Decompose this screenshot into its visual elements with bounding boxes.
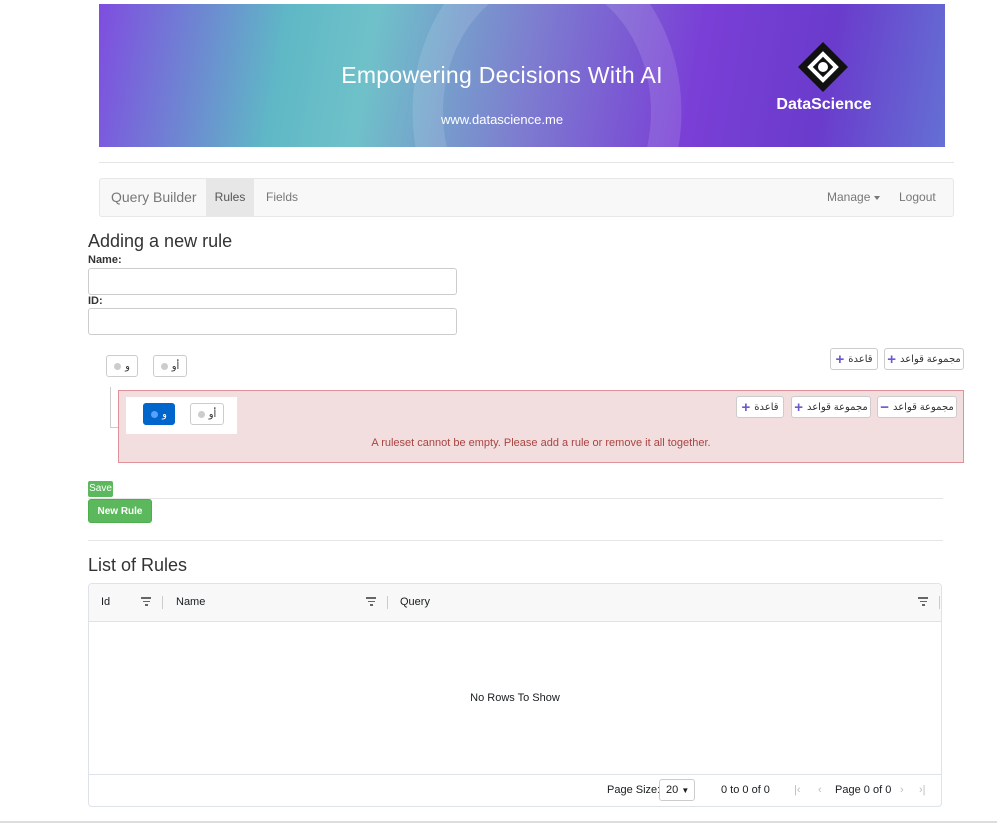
- nav-item-rules[interactable]: Rules: [206, 179, 254, 216]
- add-rule-button-nested[interactable]: + قاعدة: [736, 396, 784, 418]
- navbar: Query Builder Rules Fields Manage Logout: [99, 178, 954, 217]
- page-size-value: 20: [666, 784, 679, 796]
- divider: [88, 540, 943, 541]
- and-label: و: [125, 360, 130, 372]
- page-of-word: of: [872, 784, 883, 796]
- or-label: أو: [208, 408, 217, 420]
- column-resize-handle[interactable]: [162, 596, 163, 609]
- logout-link[interactable]: Logout: [899, 179, 936, 216]
- column-header-query[interactable]: Query: [400, 584, 430, 621]
- nav-item-fields[interactable]: Fields: [266, 179, 298, 216]
- page-current: 0: [863, 784, 870, 796]
- or-label: أو: [171, 360, 180, 372]
- error-message: A ruleset cannot be empty. Please add a …: [371, 437, 711, 449]
- page-size-label: Page Size:: [607, 784, 661, 796]
- plus-icon: +: [741, 398, 751, 416]
- page-word: Page: [835, 784, 861, 796]
- banner-brand: DataScience: [776, 96, 872, 113]
- list-title: List of Rules: [88, 555, 188, 575]
- caret-down-icon: [874, 195, 881, 200]
- page-title: Adding a new rule: [88, 231, 233, 251]
- last-page-icon[interactable]: ›|: [919, 784, 926, 796]
- add-rule-label: قاعدة: [754, 401, 779, 413]
- add-group-button-nested[interactable]: + مجموعة قواعد: [791, 396, 871, 418]
- divider: [99, 162, 954, 163]
- banner-headline: Empowering Decisions With AI: [341, 62, 663, 88]
- page-indicator: Page 0 of 0: [835, 784, 891, 796]
- next-page-icon[interactable]: ›: [900, 784, 904, 796]
- add-group-label: مجموعة قواعد: [806, 401, 868, 413]
- id-input[interactable]: [88, 308, 457, 335]
- column-header-id[interactable]: Id: [101, 584, 110, 621]
- name-label: Name:: [88, 254, 122, 266]
- banner: Empowering Decisions With AI www.datasci…: [99, 4, 945, 147]
- rules-grid: Id Name Query No Rows To Show Page Size:…: [88, 583, 942, 807]
- first-page-icon[interactable]: |‹: [794, 784, 801, 796]
- radio-icon: [160, 362, 168, 370]
- add-rule-button[interactable]: + قاعدة: [830, 348, 878, 370]
- add-rule-label: قاعدة: [848, 353, 873, 365]
- and-toggle-nested[interactable]: و: [143, 403, 175, 425]
- column-resize-handle[interactable]: [939, 596, 940, 609]
- plus-icon: +: [887, 350, 896, 368]
- page-size-select[interactable]: 20 ▼: [659, 779, 695, 801]
- and-label: و: [162, 408, 167, 420]
- plus-icon: +: [794, 398, 803, 416]
- grid-pagination: Page Size: 20 ▼ 0 to 0 of 0 |‹ ‹ Page 0 …: [89, 774, 941, 806]
- radio-icon: [114, 362, 122, 370]
- column-resize-handle[interactable]: [387, 596, 388, 609]
- column-header-name[interactable]: Name: [176, 584, 205, 621]
- add-group-button[interactable]: + مجموعة قواعد: [884, 348, 964, 370]
- minus-icon: −: [880, 398, 889, 416]
- name-input[interactable]: [88, 268, 457, 295]
- radio-icon: [197, 410, 205, 418]
- divider: [88, 498, 943, 499]
- delete-group-button[interactable]: − مجموعة قواعد: [877, 396, 957, 418]
- row-range: 0 to 0 of 0: [721, 784, 770, 796]
- plus-icon: +: [835, 350, 845, 368]
- caret-down-icon: ▼: [681, 786, 690, 795]
- datascience-logo-icon: [798, 42, 848, 92]
- no-rows-message: No Rows To Show: [470, 692, 560, 704]
- navbar-brand[interactable]: Query Builder: [111, 189, 197, 205]
- filter-icon[interactable]: [366, 597, 376, 607]
- previous-page-icon[interactable]: ‹: [818, 784, 822, 796]
- banner-url: www.datascience.me: [440, 112, 564, 127]
- or-toggle-nested[interactable]: أو: [190, 403, 224, 425]
- grid-header: Id Name Query: [89, 584, 941, 622]
- manage-dropdown[interactable]: Manage: [827, 179, 881, 216]
- page-total: 0: [885, 784, 892, 796]
- radio-icon: [151, 410, 159, 418]
- or-toggle[interactable]: أو: [153, 355, 187, 377]
- save-button[interactable]: Save: [88, 481, 113, 497]
- delete-group-label: مجموعة قواعد: [892, 401, 954, 413]
- id-label: ID:: [88, 295, 103, 307]
- and-toggle[interactable]: و: [106, 355, 138, 377]
- add-group-label: مجموعة قواعد: [899, 353, 961, 365]
- manage-label: Manage: [827, 190, 871, 204]
- filter-icon[interactable]: [141, 597, 151, 607]
- new-rule-button[interactable]: New Rule: [88, 499, 152, 523]
- filter-icon[interactable]: [918, 597, 928, 607]
